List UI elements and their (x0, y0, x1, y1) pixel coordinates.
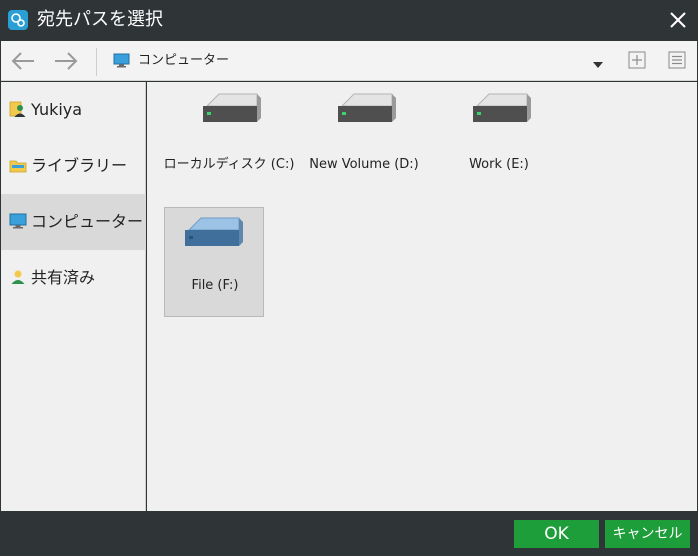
drive-item-f[interactable]: File (F:) (164, 207, 264, 317)
sidebar: Yukiya ライブラリー コンピューター 共有済み (1, 82, 146, 511)
window-title: 宛先パスを選択 (37, 9, 163, 30)
caret-down-icon (593, 62, 603, 68)
drive-label: Work (E:) (469, 157, 529, 172)
computer-icon (9, 212, 27, 230)
sidebar-item-computer[interactable]: コンピューター (1, 194, 146, 250)
sidebar-item-label: Yukiya (31, 100, 83, 119)
close-button[interactable] (664, 6, 692, 34)
cancel-button[interactable]: キャンセル (605, 520, 690, 548)
sidebar-item-yukiya[interactable]: Yukiya (1, 82, 146, 138)
list-icon (668, 51, 686, 69)
drive-item-e[interactable]: Work (E:) (437, 82, 561, 192)
hard-drive-icon (336, 92, 398, 128)
new-folder-button[interactable] (628, 51, 646, 69)
plus-box-icon (628, 51, 646, 69)
hard-drive-icon (201, 92, 263, 128)
forward-button[interactable] (51, 49, 81, 73)
drive-item-d[interactable]: New Volume (D:) (302, 82, 426, 192)
library-folder-icon (9, 156, 27, 174)
sidebar-item-library[interactable]: ライブラリー (1, 138, 146, 194)
path-dropdown-button[interactable] (592, 55, 604, 68)
title-bar: 宛先パスを選択 (0, 0, 698, 41)
drive-label: File (F:) (191, 278, 239, 293)
user-folder-icon (9, 100, 27, 118)
drive-list-pane: ローカルディスク (C:) New Volume (D:) Work (E:) … (147, 82, 697, 511)
sidebar-item-shared[interactable]: 共有済み (1, 250, 146, 306)
computer-icon (113, 53, 130, 68)
dialog-footer: OK キャンセル (0, 511, 698, 556)
sidebar-item-label: 共有済み (31, 268, 96, 287)
app-logo-icon (8, 10, 28, 30)
sidebar-item-label: コンピューター (31, 212, 144, 231)
hard-drive-icon (471, 92, 533, 128)
hard-drive-icon (183, 216, 245, 252)
toolbar: コンピューター (1, 41, 697, 81)
ok-button[interactable]: OK (514, 520, 599, 548)
back-button[interactable] (8, 49, 38, 73)
list-view-button[interactable] (668, 51, 686, 69)
shared-user-icon (9, 268, 27, 286)
current-path-label[interactable]: コンピューター (138, 52, 229, 70)
arrow-right-icon (55, 52, 78, 70)
dialog-window: 宛先パスを選択 コンピューター Yukiya ライブラリー コンピューター 共有… (0, 0, 698, 556)
sidebar-item-label: ライブラリー (31, 156, 128, 175)
toolbar-divider (96, 48, 97, 76)
close-icon (670, 12, 686, 28)
drive-label: ローカルディスク (C:) (163, 157, 295, 172)
drive-label: New Volume (D:) (309, 157, 419, 172)
drive-item-c[interactable]: ローカルディスク (C:) (164, 82, 294, 192)
arrow-left-icon (11, 52, 34, 70)
